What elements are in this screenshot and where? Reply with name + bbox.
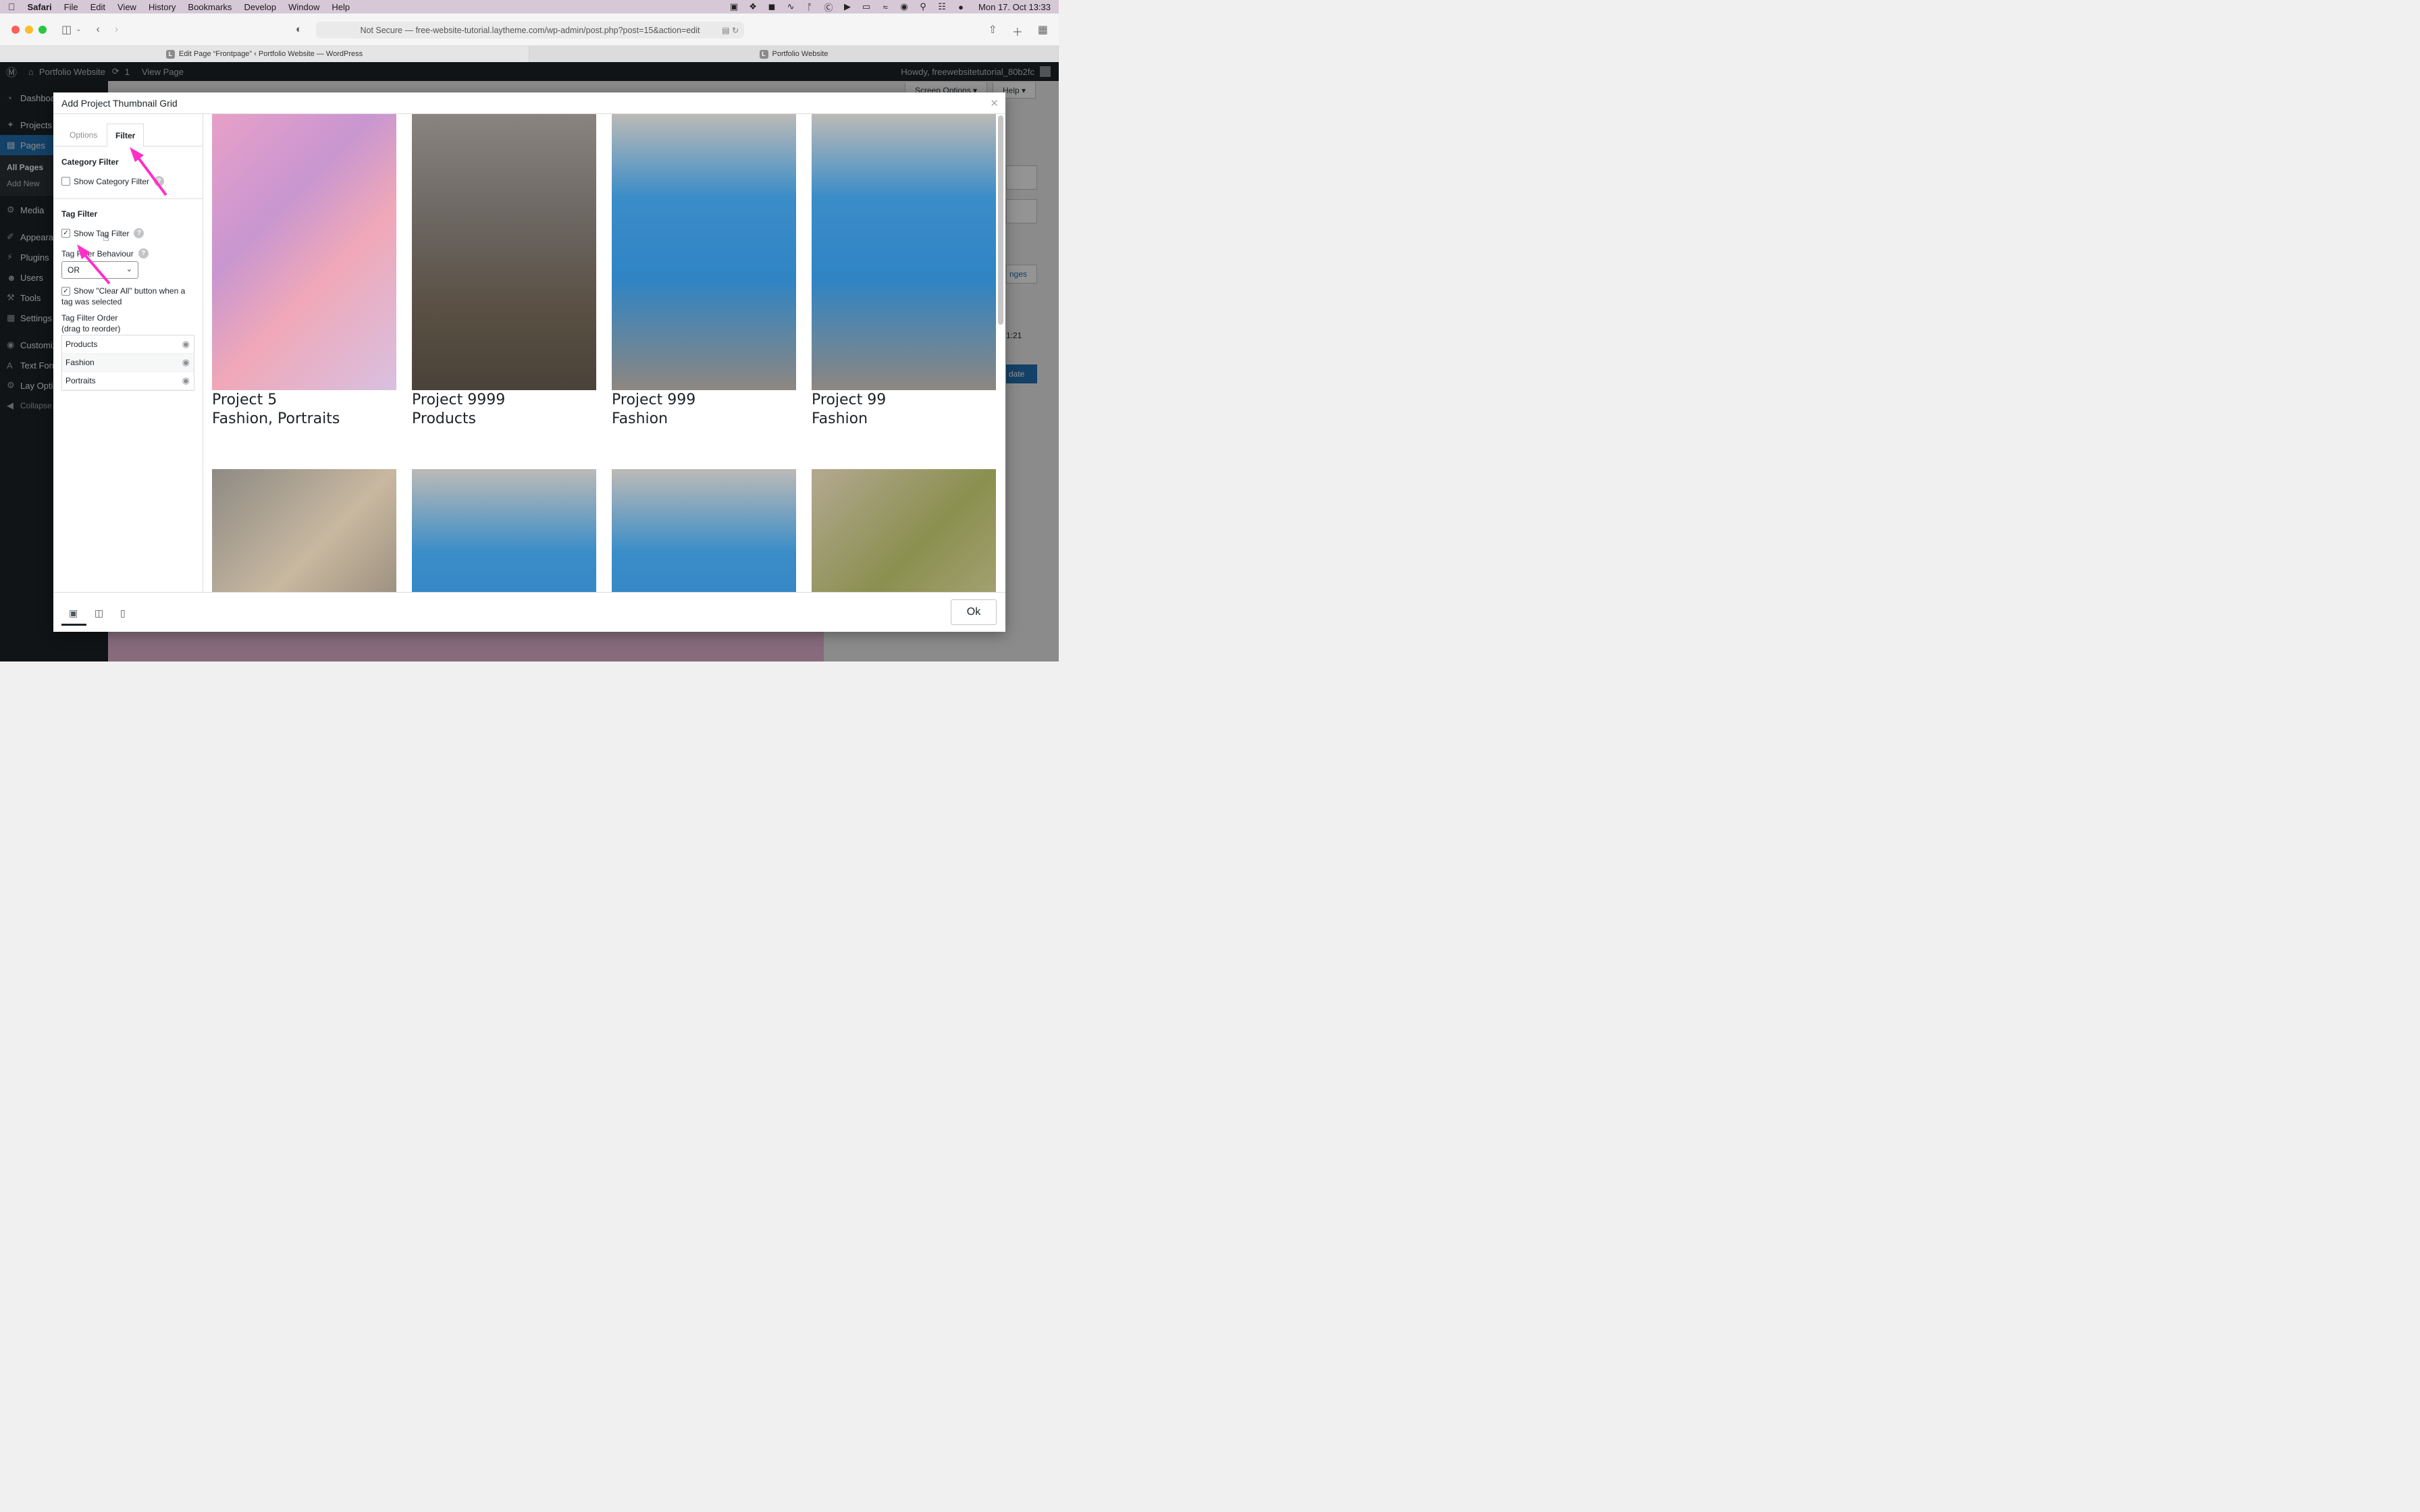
annotation-arrows: ☝: [77, 147, 167, 285]
arrow-head: [77, 244, 90, 259]
arrow-to-tag-filter: [84, 254, 111, 285]
arrow-head: [130, 147, 144, 162]
hand-cursor-icon: ☝: [103, 232, 109, 244]
arrow-to-filter-tab: [137, 157, 167, 196]
